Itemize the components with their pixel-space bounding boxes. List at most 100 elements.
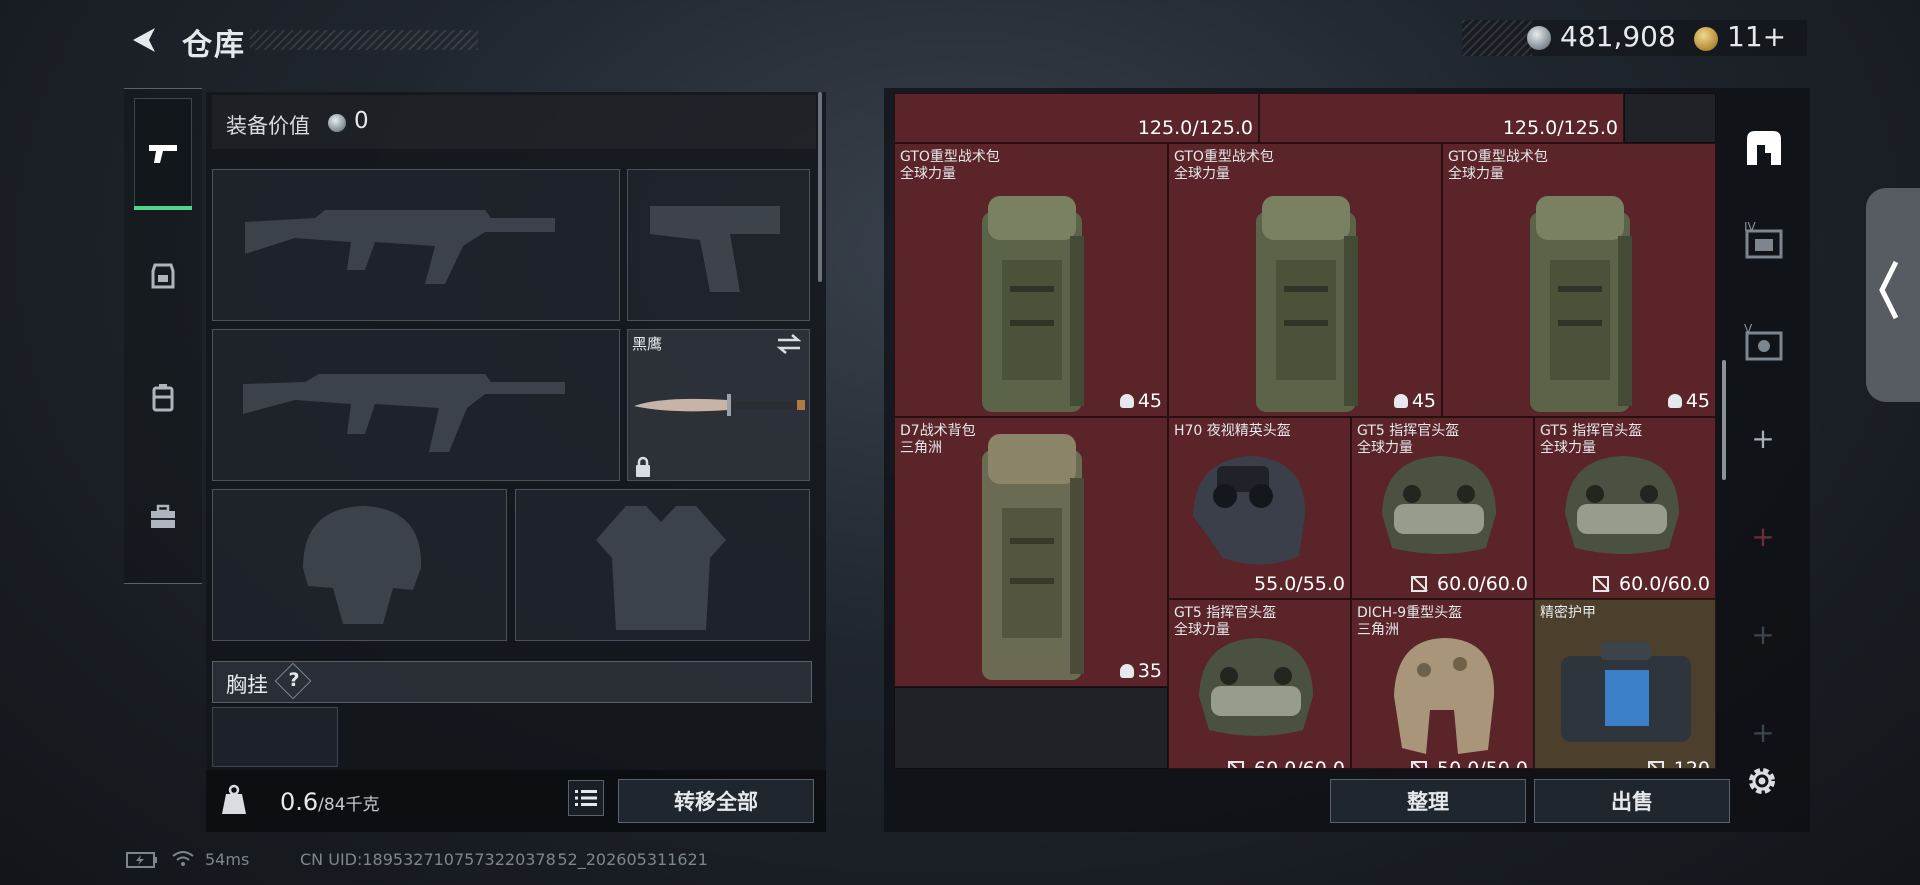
warehouse-scrollbar[interactable] xyxy=(1722,360,1726,480)
sort-button[interactable]: 整理 xyxy=(1330,779,1526,823)
stash-item-backpack[interactable]: GTO重型战术包 全球力量 45 xyxy=(1442,143,1716,417)
back-arrow-icon[interactable] xyxy=(125,22,161,58)
helmet-image xyxy=(1565,456,1679,554)
toolbox-icon xyxy=(151,504,175,528)
helmet-image xyxy=(1394,638,1495,754)
chest-rig-slot[interactable] xyxy=(212,707,338,767)
chest-rig-label: 胸挂 xyxy=(226,673,268,697)
title-decoration xyxy=(250,30,478,50)
helmet-slot[interactable] xyxy=(212,489,507,641)
armor-case-image xyxy=(1561,642,1691,742)
silver-coin-icon xyxy=(1527,26,1551,50)
weight-current: 0.6 xyxy=(280,788,319,816)
backpack-image xyxy=(982,196,1084,412)
pistol-slot[interactable] xyxy=(627,169,810,321)
help-mark: ? xyxy=(288,669,300,691)
knife-name: 黑鹰 xyxy=(632,335,663,353)
secondary-weapon-slot[interactable] xyxy=(212,329,620,481)
knife-image xyxy=(634,394,805,416)
stash-item-partial[interactable]: 125.0/125.0 xyxy=(894,93,1259,143)
stash-item-helmet[interactable]: DICH-9重型头盔 三角洲 50.0/50.0 xyxy=(1351,599,1534,769)
add-stash-page-button[interactable]: + xyxy=(1750,422,1776,455)
silver-coin-icon xyxy=(328,114,346,132)
transfer-all-button[interactable]: 转移全部 xyxy=(618,779,814,823)
item-durability: 60.0/60.0 xyxy=(1227,758,1345,768)
weight-icon xyxy=(222,784,246,814)
equipment-scrollbar[interactable] xyxy=(818,92,822,282)
stash-item-backpack[interactable]: GTO重型战术包 全球力量 45 xyxy=(894,143,1168,417)
money-amount: 481,908 xyxy=(1560,20,1676,53)
armor-slot[interactable] xyxy=(515,489,810,641)
ping-value: 54ms xyxy=(205,850,250,869)
stash-item-helmet[interactable]: H70 夜视精英头盔 55.0/55.0 xyxy=(1168,417,1351,599)
sell-button[interactable]: 出售 xyxy=(1534,779,1730,823)
pistol-icon xyxy=(149,145,177,163)
item-durability: 55.0/55.0 xyxy=(1253,573,1345,595)
item-capacity: 45 xyxy=(1119,390,1162,412)
equipment-value-label: 装备价值 xyxy=(226,114,310,138)
battery-icon xyxy=(126,852,157,868)
empty-cell[interactable] xyxy=(1624,93,1716,143)
item-name: H70 夜视精英头盔 xyxy=(1174,423,1291,439)
gear-icon[interactable] xyxy=(1745,764,1779,798)
helmet-image xyxy=(1193,456,1306,565)
item-name: 精密护甲 xyxy=(1540,605,1596,621)
wifi-icon xyxy=(172,851,194,866)
chevron-left-icon xyxy=(1879,260,1899,320)
item-durability: 125.0/125.0 xyxy=(1137,117,1253,139)
rifle-silhouette-icon xyxy=(243,374,565,452)
stash-page-label: V xyxy=(1744,322,1753,336)
stash-page-main[interactable] xyxy=(1742,124,1786,172)
stash-item-partial[interactable]: 125.0/125.0 xyxy=(1259,93,1624,143)
active-tab-indicator xyxy=(134,206,192,210)
stash-item-helmet[interactable]: GT5 指挥官头盔 全球力量 60.0/60.0 xyxy=(1534,417,1716,599)
vest-silhouette-icon xyxy=(596,506,726,630)
item-name: D7战术背包 三角洲 xyxy=(900,423,976,456)
primary-weapon-slot[interactable] xyxy=(212,169,620,321)
page-title: 仓库 xyxy=(182,28,246,63)
item-durability: 120 xyxy=(1647,758,1710,768)
stash-item-backpack[interactable]: GTO重型战术包 全球力量 45 xyxy=(1168,143,1442,417)
backpack-image xyxy=(1530,196,1632,412)
stash-page-label: IV xyxy=(1744,220,1756,234)
ticket-count[interactable]: 11+ xyxy=(1727,20,1786,53)
stash-item-armor[interactable]: 精密护甲 120 xyxy=(1534,599,1716,769)
bag-icon xyxy=(152,384,174,412)
stash-item-helmet[interactable]: GT5 指挥官头盔 全球力量 60.0/60.0 xyxy=(1351,417,1534,599)
list-view-button[interactable] xyxy=(568,780,604,816)
backpack-image xyxy=(982,434,1084,680)
swap-icon[interactable] xyxy=(776,333,802,355)
helmet-image xyxy=(1199,638,1313,736)
empty-cell[interactable] xyxy=(894,687,1168,769)
item-durability: 50.0/50.0 xyxy=(1410,758,1528,768)
tab-bags[interactable] xyxy=(134,342,192,452)
add-stash-page-button[interactable]: + xyxy=(1750,716,1776,749)
stash-item-backpack[interactable]: D7战术背包 三角洲 35 xyxy=(894,417,1168,687)
lock-icon xyxy=(636,456,650,477)
user-uid: CN UID:1895327107573220378 52_2026053116… xyxy=(300,850,708,869)
item-durability: 125.0/125.0 xyxy=(1502,117,1618,139)
helmet-image xyxy=(1382,456,1496,554)
weight-max: /84千克 xyxy=(318,795,380,815)
tab-supplies[interactable] xyxy=(134,462,192,572)
tab-armor[interactable] xyxy=(134,220,192,330)
item-capacity: 45 xyxy=(1667,390,1710,412)
backpack-image xyxy=(1256,196,1358,412)
item-capacity: 45 xyxy=(1393,390,1436,412)
add-stash-page-button[interactable]: + xyxy=(1750,520,1776,553)
helmet-silhouette-icon xyxy=(303,506,422,624)
tab-weapons[interactable] xyxy=(134,98,192,208)
gold-coin-icon xyxy=(1694,27,1718,51)
weight-value: 0.6/84千克 xyxy=(280,788,380,816)
add-stash-page-button[interactable]: + xyxy=(1750,618,1776,651)
stash-home-icon xyxy=(1747,131,1781,165)
stash-item-helmet[interactable]: GT5 指挥官头盔 全球力量 60.0/60.0 xyxy=(1168,599,1351,769)
item-durability: 60.0/60.0 xyxy=(1592,573,1710,595)
item-capacity: 35 xyxy=(1119,660,1162,682)
warehouse-grid: 125.0/125.0 125.0/125.0 GTO重型战术包 全球力量 45… xyxy=(894,93,1716,769)
list-icon xyxy=(575,790,597,806)
side-drawer-handle[interactable] xyxy=(1866,188,1920,402)
backpack-icon xyxy=(151,263,175,289)
item-durability: 60.0/60.0 xyxy=(1410,573,1528,595)
rifle-silhouette-icon xyxy=(245,210,555,284)
